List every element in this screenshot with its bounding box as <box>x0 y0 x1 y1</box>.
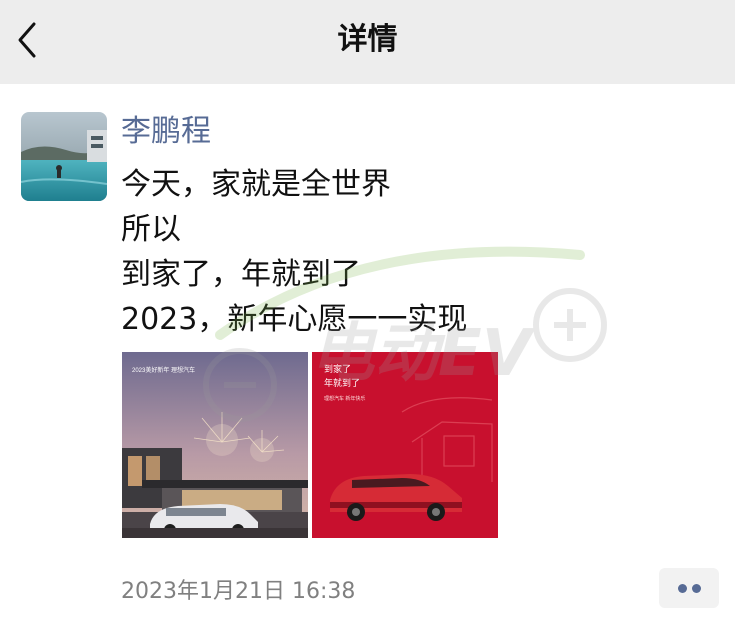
post-line: 到家了，年就到了 <box>121 257 361 292</box>
post-photo-red-car[interactable]: 到家了 年就到了 理想汽车 新年快乐 <box>312 352 498 538</box>
post-photo-house[interactable]: 2023美好新年 理想汽车 <box>122 352 308 538</box>
more-dots-icon <box>692 584 701 593</box>
page-title: 详情 <box>337 22 398 57</box>
post-body: 今天，家就是全世界 所以 到家了，年就到了 2023，新年心愿一一实现 <box>121 162 681 342</box>
post-line: 今天，家就是全世界 <box>121 167 391 202</box>
avatar[interactable] <box>21 112 107 201</box>
post-timestamp: 2023年1月21日 16:38 <box>121 579 356 604</box>
author-name[interactable]: 李鹏程 <box>121 110 211 154</box>
photo-caption: 到家了 <box>324 363 351 374</box>
post-line: 所以 <box>121 212 181 247</box>
avatar-image <box>21 112 107 201</box>
more-actions-button[interactable] <box>659 568 719 608</box>
photo-caption: 理想汽车 新年快乐 <box>324 395 365 402</box>
photo-caption: 年就到了 <box>324 377 360 388</box>
post-line: 2023，新年心愿一一实现 <box>121 302 468 337</box>
top-navigation-bar: 详情 <box>0 0 735 84</box>
photo-caption: 2023美好新年 理想汽车 <box>132 366 195 374</box>
more-dots-icon <box>678 584 687 593</box>
